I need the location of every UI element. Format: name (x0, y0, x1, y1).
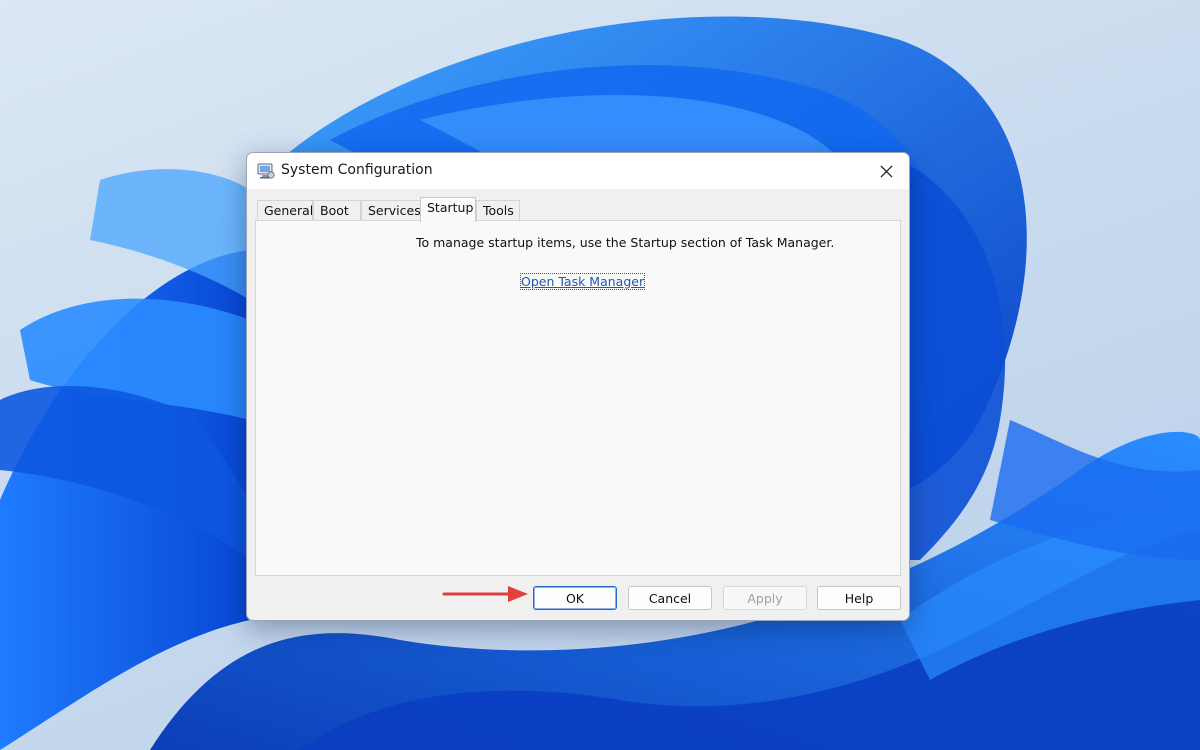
help-button[interactable]: Help (817, 586, 901, 610)
ok-button[interactable]: OK (533, 586, 617, 610)
apply-button[interactable]: Apply (723, 586, 807, 610)
title-bar[interactable]: System Configuration (247, 153, 909, 189)
startup-panel: To manage startup items, use the Startup… (255, 220, 901, 576)
tab-bar: General Boot Services Startup Tools (255, 197, 901, 222)
dialog-title: System Configuration (281, 162, 433, 178)
desktop: System Configuration General Boot Servic… (0, 0, 1200, 750)
tab-boot[interactable]: Boot (313, 200, 361, 221)
tab-tools[interactable]: Tools (476, 200, 520, 221)
tab-general[interactable]: General (257, 200, 313, 221)
tab-services[interactable]: Services (361, 200, 421, 221)
red-arrow-icon (442, 586, 528, 602)
system-configuration-dialog: System Configuration General Boot Servic… (246, 152, 910, 621)
close-icon (879, 164, 893, 178)
open-task-manager-link[interactable]: Open Task Manager (519, 273, 646, 290)
startup-message: To manage startup items, use the Startup… (416, 235, 835, 250)
cancel-button[interactable]: Cancel (628, 586, 712, 610)
close-button[interactable] (863, 153, 909, 189)
system-configuration-icon (257, 163, 275, 179)
tab-startup[interactable]: Startup (420, 197, 476, 222)
